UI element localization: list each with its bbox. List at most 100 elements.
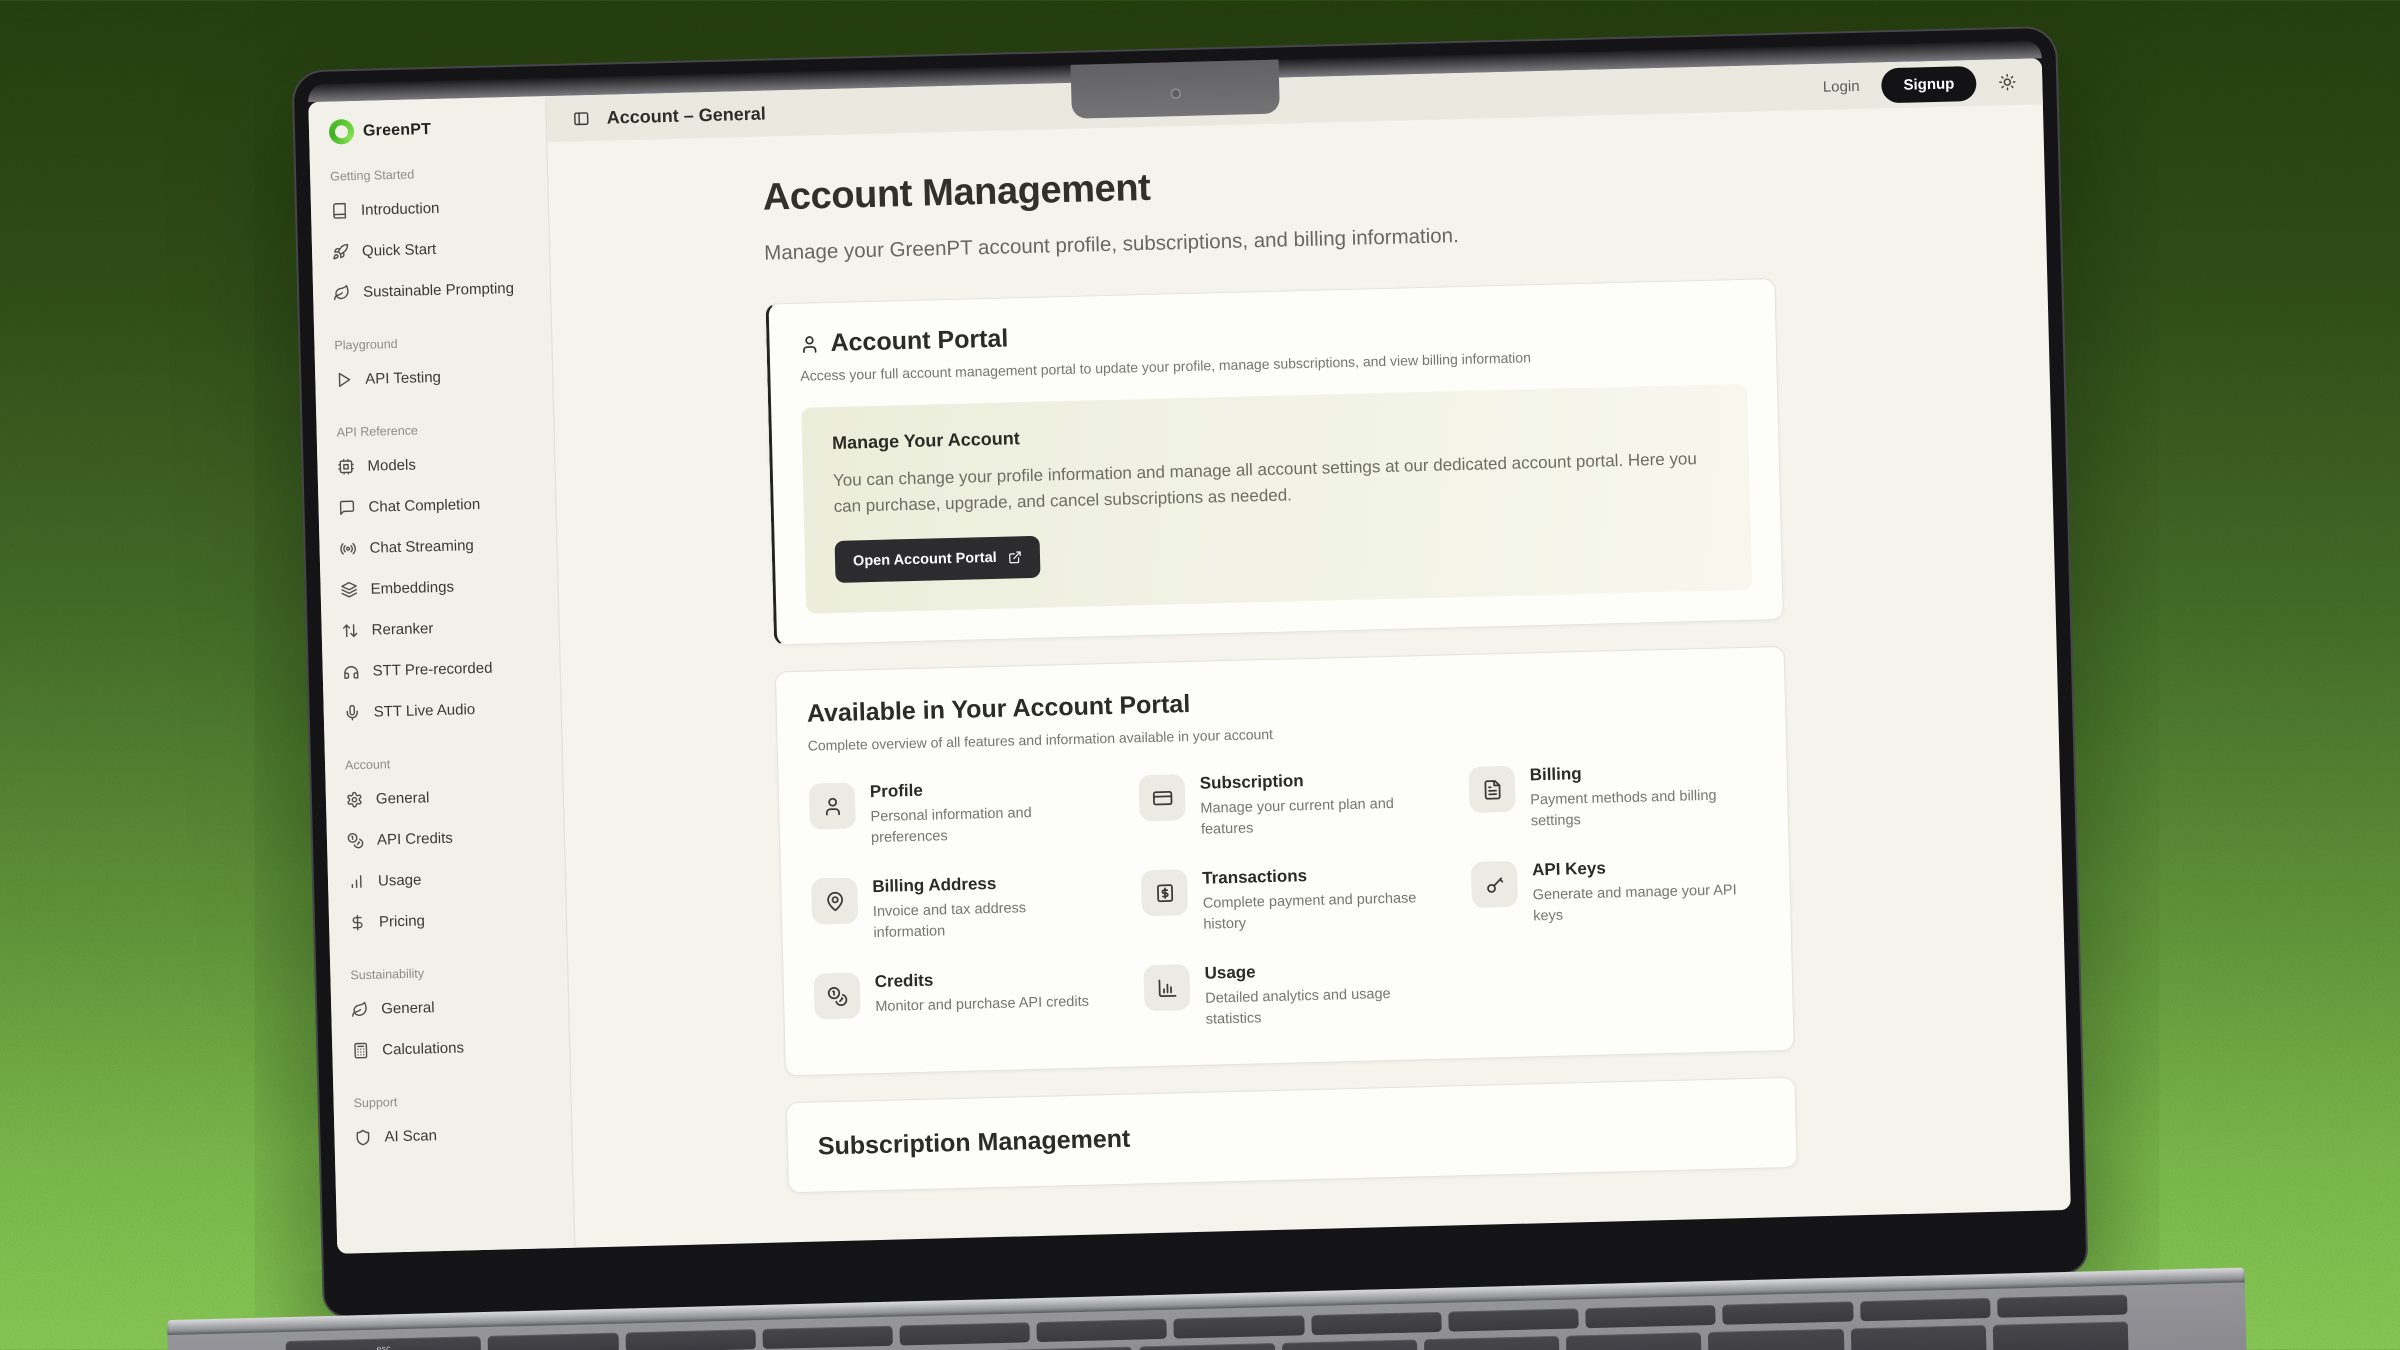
arrows-up-down-icon <box>341 622 358 639</box>
sidebar-item-quick-start[interactable]: Quick Start <box>326 226 536 272</box>
sidebar-item-chat-completion[interactable]: Chat Completion <box>332 482 542 528</box>
key <box>1585 1305 1716 1328</box>
content-scroll-area[interactable]: Account Management Manage your GreenPT a… <box>547 104 2071 1248</box>
sidebar-item-models[interactable]: Models <box>331 441 541 487</box>
key <box>1997 1294 2128 1317</box>
sidebar-item-label: AI Scan <box>384 1127 437 1145</box>
chart-column-icon <box>1143 964 1190 1011</box>
shield-icon <box>354 1129 371 1146</box>
key <box>1850 1325 1986 1350</box>
features-grid: Profile Personal information and prefere… <box>809 760 1763 1041</box>
panel-left-icon <box>573 110 590 127</box>
feature-text: Subscription Manage your current plan an… <box>1200 768 1429 841</box>
sidebar-toggle-button[interactable] <box>573 110 590 127</box>
sidebar-item-api-testing[interactable]: API Testing <box>329 354 539 400</box>
sidebar-item-introduction[interactable]: Introduction <box>325 185 535 231</box>
feature-description: Complete payment and purchase history <box>1203 888 1431 936</box>
topbar-actions: Login Signup <box>1822 64 2016 104</box>
key-icon <box>1471 861 1518 908</box>
headphones-icon <box>342 663 359 680</box>
key <box>762 1326 893 1349</box>
feature-description: Detailed analytics and usage statistics <box>1205 983 1433 1031</box>
sidebar-section-playground: Playground API Testing <box>328 333 539 400</box>
feature-description: Monitor and purchase API credits <box>875 992 1089 1018</box>
sidebar-section-account: Account General API Credits Usage <box>339 753 553 943</box>
sidebar-item-sustainable-prompting[interactable]: Sustainable Prompting <box>327 267 537 313</box>
subscription-management-title: Subscription Management <box>818 1109 1766 1162</box>
sidebar-item-label: Models <box>367 457 416 475</box>
user-icon <box>799 334 819 354</box>
section-label: Getting Started <box>324 164 533 183</box>
section-label: API Reference <box>330 420 539 439</box>
esc-key: esc <box>286 1336 482 1350</box>
sidebar-item-label: API Credits <box>377 830 453 849</box>
layers-icon <box>340 581 357 598</box>
play-icon <box>335 371 352 388</box>
sidebar-item-label: STT Live Audio <box>374 701 476 721</box>
sidebar-item-ai-scan[interactable]: AI Scan <box>348 1112 558 1158</box>
key <box>899 1322 1030 1345</box>
sidebar-item-label: Sustainable Prompting <box>363 280 514 301</box>
portal-features-card: Available in Your Account Portal Complet… <box>775 646 1795 1077</box>
sidebar-item-api-credits[interactable]: API Credits <box>340 815 550 861</box>
coins-icon <box>347 832 364 849</box>
broadcast-icon <box>339 540 356 557</box>
theme-toggle-button[interactable] <box>1998 73 2016 91</box>
key <box>1860 1298 1991 1321</box>
login-link[interactable]: Login <box>1823 77 1860 95</box>
key <box>1282 1339 1418 1350</box>
sidebar-section-support: Support AI Scan <box>347 1091 558 1158</box>
chat-bubble-icon <box>338 499 355 516</box>
sidebar-item-chat-streaming[interactable]: Chat Streaming <box>333 523 543 569</box>
sidebar-item-label: General <box>376 789 430 807</box>
rocket-icon <box>332 243 349 260</box>
sidebar-item-stt-prerecorded[interactable]: STT Pre-recorded <box>336 646 546 692</box>
key <box>997 1347 1133 1350</box>
subscription-management-card: Subscription Management <box>786 1077 1798 1194</box>
feature-title: API Keys <box>1532 855 1759 881</box>
feature-text: Profile Personal information and prefere… <box>870 776 1099 849</box>
sidebar-item-label: Pricing <box>379 912 425 930</box>
sidebar-item-account-general[interactable]: General <box>339 774 549 820</box>
sidebar-item-label: Calculations <box>382 1039 464 1058</box>
feature-text: Transactions Complete payment and purcha… <box>1202 863 1431 936</box>
sidebar-item-sustainability-general[interactable]: General <box>345 984 555 1030</box>
key <box>1566 1332 1702 1350</box>
user-icon <box>809 783 856 830</box>
section-label: Support <box>347 1091 556 1110</box>
feature-text: Billing Address Invoice and tax address … <box>872 871 1101 944</box>
feature-description: Invoice and tax address information <box>873 896 1101 944</box>
brand-logo[interactable]: GreenPT <box>323 114 533 144</box>
laptop-screen-bezel: GreenPT Getting Started Introduction Qui… <box>294 28 2087 1316</box>
sidebar-item-stt-live-audio[interactable]: STT Live Audio <box>337 687 547 733</box>
feature-title: Profile <box>870 776 1097 802</box>
sidebar-item-usage[interactable]: Usage <box>342 856 552 902</box>
sidebar-item-embeddings[interactable]: Embeddings <box>334 564 544 610</box>
receipt-icon <box>1141 869 1188 916</box>
sidebar-item-calculations[interactable]: Calculations <box>346 1025 556 1071</box>
file-text-icon <box>1468 766 1515 813</box>
greenpt-logo-icon <box>329 119 355 145</box>
sidebar-item-reranker[interactable]: Reranker <box>335 605 545 651</box>
feature-title: Credits <box>874 967 1088 992</box>
page-title: Account Management <box>762 151 1773 220</box>
laptop-mockup: GreenPT Getting Started Introduction Qui… <box>294 28 2091 1350</box>
feature-billing-address: Billing Address Invoice and tax address … <box>811 871 1101 945</box>
signup-button[interactable]: Signup <box>1881 65 1977 102</box>
account-portal-card: Account Portal Access your full account … <box>766 278 1784 645</box>
credit-card-icon <box>1139 774 1186 821</box>
coins-icon <box>813 973 860 1020</box>
feature-api-keys: API Keys Generate and manage your API ke… <box>1471 855 1761 929</box>
key <box>625 1329 756 1350</box>
open-account-portal-button[interactable]: Open Account Portal <box>835 536 1041 583</box>
browser-page: GreenPT Getting Started Introduction Qui… <box>308 58 2071 1254</box>
key <box>1448 1308 1579 1331</box>
main-area: Account – General Login Signup Account M… <box>546 58 2071 1247</box>
sidebar-item-pricing[interactable]: Pricing <box>343 897 553 943</box>
key <box>1037 1319 1168 1342</box>
cpu-icon <box>337 458 354 475</box>
bar-chart-icon <box>348 873 365 890</box>
feature-text: Billing Payment methods and billing sett… <box>1529 760 1758 833</box>
calculator-icon <box>352 1042 369 1059</box>
dollar-icon <box>349 914 366 931</box>
